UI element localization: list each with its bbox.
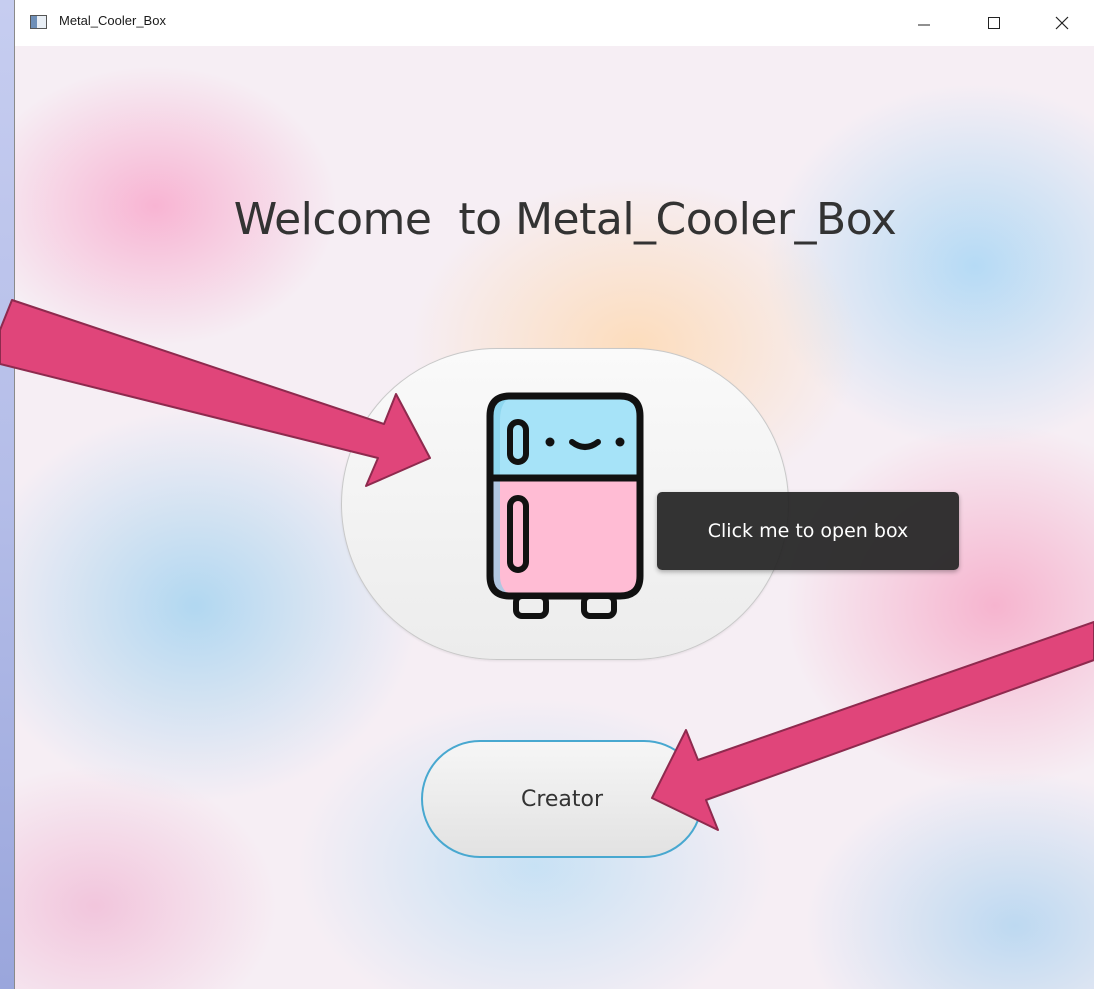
window-title: Metal_Cooler_Box [59, 13, 166, 28]
close-button[interactable] [1039, 0, 1085, 46]
app-icon [30, 15, 47, 29]
maximize-button[interactable] [971, 0, 1017, 46]
title-bar[interactable]: Metal_Cooler_Box [15, 0, 1094, 46]
creator-button[interactable]: Creator [421, 740, 703, 858]
welcome-title: Welcome to Metal_Cooler_Box [233, 194, 897, 245]
fridge-icon [486, 392, 644, 619]
minimize-button[interactable] [901, 0, 947, 46]
app-window: Metal_Cooler_Box Welcome to Metal_Cooler… [14, 0, 1094, 989]
maximize-icon [988, 17, 1000, 29]
minimize-icon [918, 24, 930, 26]
main-content: Welcome to Metal_Cooler_Box Click me to … [15, 46, 1094, 989]
open-box-tooltip: Click me to open box [657, 492, 959, 570]
close-icon [1055, 16, 1069, 30]
